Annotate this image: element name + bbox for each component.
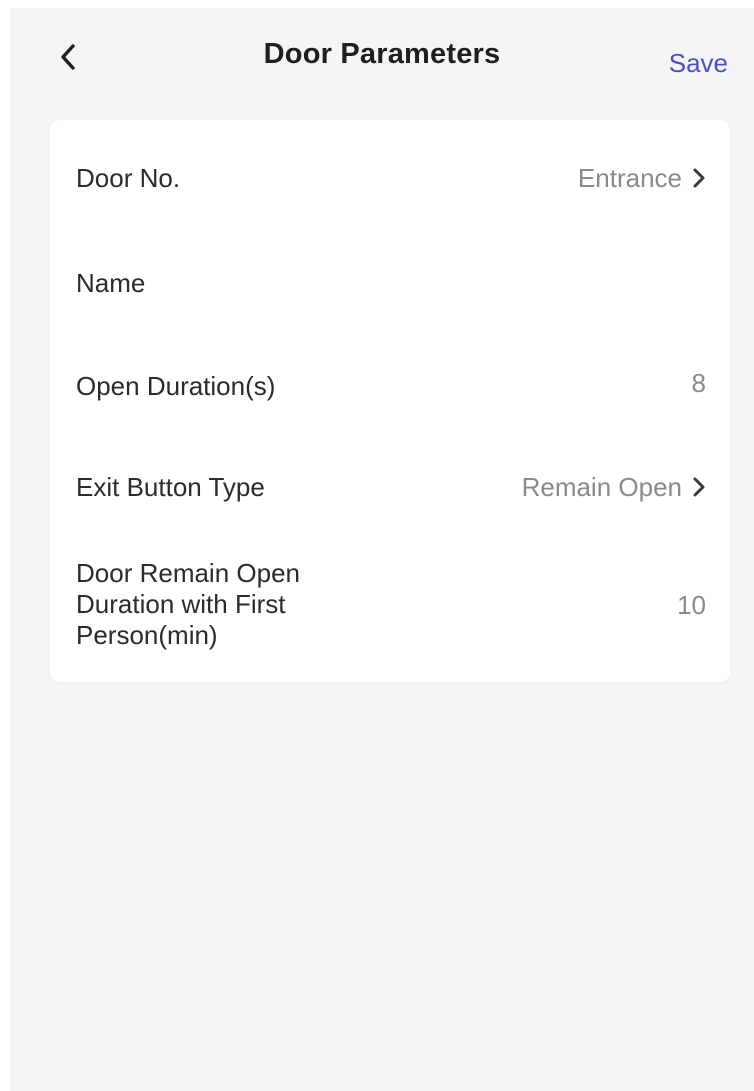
- door-parameters-screen: Door Parameters Save Door No. Entrance N…: [10, 8, 754, 1091]
- open-duration-row[interactable]: Open Duration(s) 8: [50, 328, 730, 430]
- first-person-duration-row[interactable]: Door Remain Open Duration with First Per…: [50, 530, 730, 682]
- chevron-right-icon: [688, 472, 710, 502]
- save-button[interactable]: Save: [669, 48, 728, 79]
- exit-button-type-row[interactable]: Exit Button Type Remain Open: [50, 430, 730, 530]
- first-person-label-line1: Door Remain Open: [76, 558, 300, 588]
- door-no-label: Door No.: [76, 163, 181, 193]
- header: Door Parameters Save: [10, 8, 754, 116]
- open-duration-value[interactable]: 8: [692, 368, 706, 399]
- name-label: Name: [76, 268, 146, 298]
- page-title: Door Parameters: [263, 38, 501, 70]
- first-person-label-line3: Person(min): [76, 620, 218, 650]
- chevron-right-icon: [688, 163, 710, 193]
- door-no-row[interactable]: Door No. Entrance: [50, 120, 730, 228]
- first-person-duration-label: Door Remain Open Duration with First Per…: [76, 558, 406, 651]
- settings-card: Door No. Entrance Name Open Duration(s) …: [50, 120, 730, 682]
- exit-button-type-label: Exit Button Type: [76, 472, 265, 502]
- first-person-duration-value[interactable]: 10: [677, 590, 706, 621]
- name-row[interactable]: Name: [50, 228, 730, 328]
- door-no-value: Entrance: [577, 163, 682, 193]
- open-duration-label: Open Duration(s): [76, 371, 276, 401]
- first-person-label-line2: Duration with First: [76, 589, 286, 619]
- exit-button-type-value: Remain Open: [521, 472, 682, 502]
